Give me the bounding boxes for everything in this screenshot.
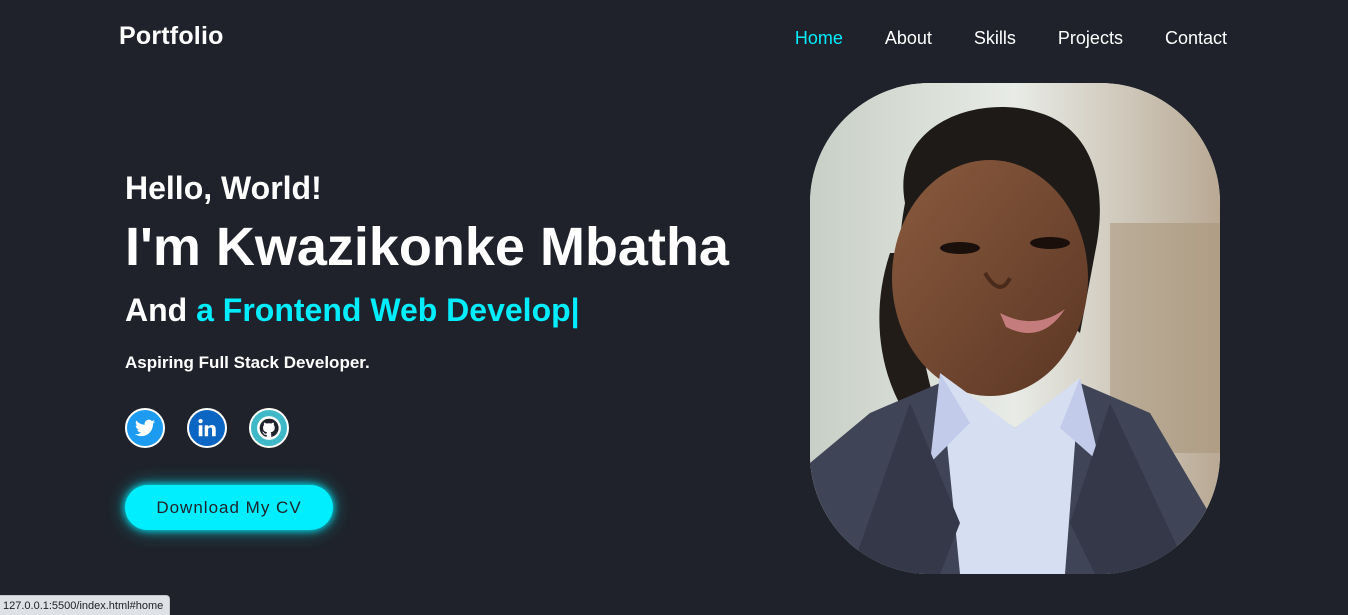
typing-caret: | (570, 292, 580, 328)
hero-role: And a Frontend Web Develop| (125, 290, 815, 330)
portrait-illustration (810, 83, 1220, 574)
role-typed-text: a Frontend Web Develop (196, 292, 571, 328)
nav-skills[interactable]: Skills (974, 27, 1016, 49)
nav-contact[interactable]: Contact (1165, 27, 1227, 49)
hero-tagline: Aspiring Full Stack Developer. (125, 353, 370, 372)
nav-home[interactable]: Home (795, 27, 843, 49)
site-header: Portfolio Home About Skills Projects Con… (0, 0, 1348, 76)
linkedin-icon (196, 417, 218, 439)
nav-about[interactable]: About (885, 27, 932, 49)
profile-photo (810, 83, 1220, 574)
main-nav: Home About Skills Projects Contact (795, 27, 1227, 49)
twitter-link[interactable] (125, 408, 165, 448)
github-icon (256, 415, 282, 441)
role-prefix: And (125, 292, 197, 328)
hero-greeting: Hello, World! (125, 170, 322, 206)
logo-link[interactable]: Portfolio (119, 22, 224, 51)
browser-status-bar: 127.0.0.1:5500/index.html#home (0, 595, 171, 615)
github-link[interactable] (249, 408, 289, 448)
twitter-icon (134, 417, 156, 439)
linkedin-link[interactable] (187, 408, 227, 448)
hero-content: Hello, World! I'm Kwazikonke Mbatha And … (125, 168, 815, 374)
download-cv-button[interactable]: Download My CV (125, 485, 333, 530)
hero-name: I'm Kwazikonke Mbatha (125, 217, 729, 277)
social-links (125, 408, 289, 448)
nav-projects[interactable]: Projects (1058, 27, 1123, 49)
